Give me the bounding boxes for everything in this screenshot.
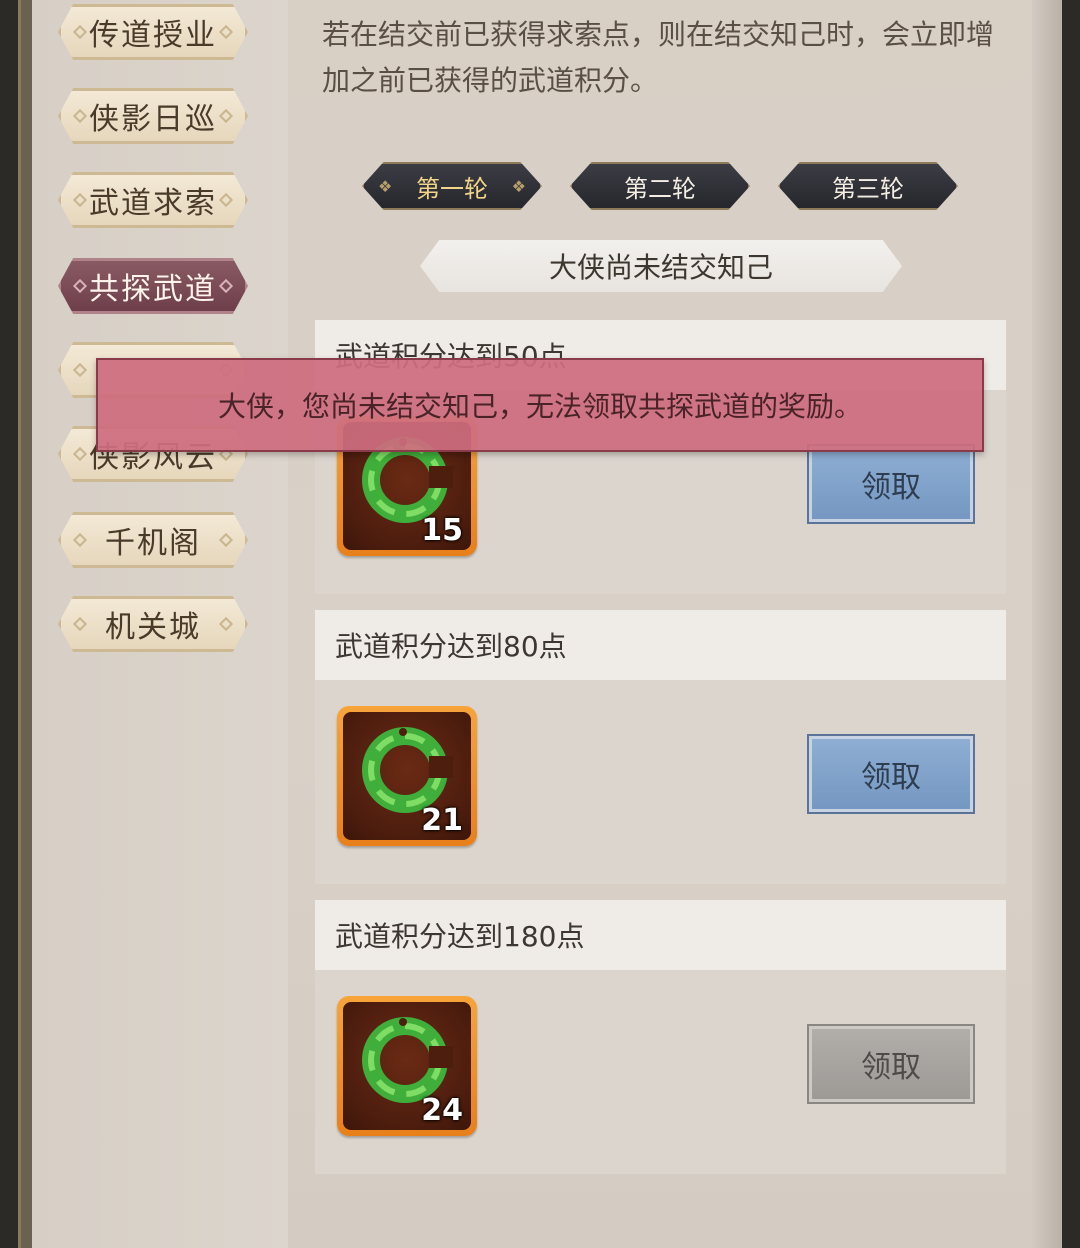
- status-banner: 大侠尚未结交知己: [420, 240, 902, 292]
- jade-pendant-icon: 21: [343, 712, 471, 840]
- tab-ornament-icon: [218, 616, 234, 632]
- toast-message: 大侠，您尚未结交知己，无法领取共探武道的奖励。: [96, 358, 984, 452]
- tab-gongtan-wudao[interactable]: 共探武道: [58, 258, 248, 314]
- claim-button[interactable]: 领取: [807, 444, 975, 524]
- tab-ornament-icon: [72, 24, 88, 40]
- ornament-icon: ❖: [378, 177, 393, 196]
- reward-body: 21 领取: [315, 680, 1006, 884]
- ornament-icon: ❖: [511, 177, 526, 196]
- panel-edge: [1032, 0, 1062, 1248]
- tab-ornament-icon: [72, 192, 88, 208]
- tab-label: 武道求索: [89, 186, 217, 221]
- tab-ornament-icon: [218, 108, 234, 124]
- tab-label: 侠影日巡: [89, 102, 217, 137]
- reward-title: 武道积分达到80点: [315, 610, 1006, 680]
- tab-ornament-icon: [72, 278, 88, 294]
- tab-ornament-icon: [72, 616, 88, 632]
- tab-ornament-icon: [218, 24, 234, 40]
- tab-label: 共探武道: [89, 272, 217, 307]
- round-1-button[interactable]: ❖ 第一轮 ❖: [362, 162, 542, 210]
- tab-chuandao[interactable]: 传道授业: [58, 4, 248, 60]
- tab-ornament-icon: [72, 446, 88, 462]
- tab-ornament-icon: [72, 532, 88, 548]
- tab-ornament-icon: [72, 108, 88, 124]
- reward-item-slot[interactable]: 24: [337, 996, 477, 1136]
- reward-card: 武道积分达到180点 24 领取: [315, 900, 1006, 1174]
- tab-ornament-icon: [72, 362, 88, 378]
- tab-ornament-icon: [218, 532, 234, 548]
- reward-body: 24 领取: [315, 970, 1006, 1174]
- tab-wudao-qiusuo[interactable]: 武道求索: [58, 172, 248, 228]
- claim-button[interactable]: 领取: [807, 734, 975, 814]
- claim-button-disabled[interactable]: 领取: [807, 1024, 975, 1104]
- description-text: 若在结交前已获得求索点，则在结交知己时，会立即增加之前已获得的武道积分。: [322, 18, 995, 97]
- reward-card: 武道积分达到80点 21 领取: [315, 610, 1006, 884]
- tab-label: 传道授业: [89, 18, 217, 53]
- round-label: 第三轮: [832, 174, 904, 203]
- tab-ornament-icon: [218, 192, 234, 208]
- round-3-button[interactable]: 第三轮: [778, 162, 958, 210]
- tab-ornament-icon: [218, 278, 234, 294]
- tab-qianji-ge[interactable]: 千机阁: [58, 512, 248, 568]
- jade-pendant-icon: 24: [343, 1002, 471, 1130]
- reward-title: 武道积分达到180点: [315, 900, 1006, 970]
- item-quantity: 21: [421, 803, 463, 838]
- tab-label: 机关城: [105, 610, 201, 645]
- tab-jiguan-cheng[interactable]: 机关城: [58, 596, 248, 652]
- tab-label: 千机阁: [105, 526, 201, 561]
- item-quantity: 15: [421, 513, 463, 548]
- round-label: 第二轮: [624, 174, 696, 203]
- round-label: 第一轮: [416, 174, 488, 203]
- tab-xiaying-rixun[interactable]: 侠影日巡: [58, 88, 248, 144]
- item-quantity: 24: [421, 1093, 463, 1128]
- round-2-button[interactable]: 第二轮: [570, 162, 750, 210]
- reward-item-slot[interactable]: 21: [337, 706, 477, 846]
